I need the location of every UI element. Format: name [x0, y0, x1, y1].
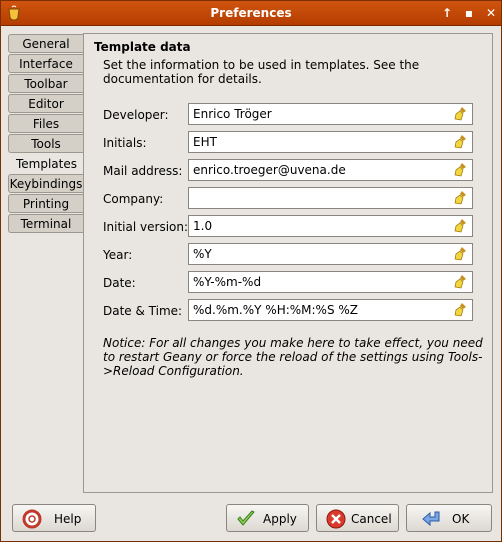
- restore-icon[interactable]: ▪: [460, 5, 478, 21]
- mail-address-label: Mail address:: [103, 164, 183, 178]
- company-label: Company:: [103, 192, 164, 206]
- date-time-field[interactable]: [188, 299, 473, 321]
- cancel-label: Cancel: [351, 512, 392, 526]
- initial-version-label: Initial version:: [103, 220, 189, 234]
- checkmark-icon: [237, 510, 255, 526]
- clear-icon[interactable]: [453, 106, 469, 122]
- close-icon[interactable]: ✕: [482, 5, 500, 21]
- developer-field[interactable]: [188, 103, 473, 125]
- date-time-input[interactable]: [189, 300, 459, 320]
- tab-tools[interactable]: Tools: [8, 134, 83, 153]
- developer-input[interactable]: [189, 104, 459, 124]
- clear-icon[interactable]: [453, 218, 469, 234]
- title-bar: Preferences ↑ ▪ ✕: [1, 1, 501, 26]
- date-field[interactable]: [188, 271, 473, 293]
- window-title: Preferences: [210, 6, 292, 20]
- clear-icon[interactable]: [453, 302, 469, 318]
- tab-general[interactable]: General: [8, 34, 83, 53]
- preferences-window: Preferences ↑ ▪ ✕ General Interface Tool…: [0, 0, 502, 542]
- date-label: Date:: [103, 276, 136, 290]
- cancel-icon: [326, 509, 346, 529]
- tab-toolbar[interactable]: Toolbar: [8, 74, 83, 93]
- initials-input[interactable]: [189, 132, 459, 152]
- section-title: Template data: [94, 40, 191, 54]
- year-field[interactable]: [188, 243, 473, 265]
- notice-text: Notice: For all changes you make here to…: [103, 336, 483, 378]
- help-label: Help: [54, 512, 82, 526]
- cancel-button[interactable]: Cancel: [316, 504, 399, 532]
- date-input[interactable]: [189, 272, 459, 292]
- initials-label: Initials:: [103, 136, 147, 150]
- clear-icon[interactable]: [453, 162, 469, 178]
- tab-interface[interactable]: Interface: [8, 54, 83, 73]
- apply-button[interactable]: Apply: [226, 504, 309, 532]
- developer-label: Developer:: [103, 108, 169, 122]
- help-button[interactable]: Help: [12, 504, 96, 532]
- mail-address-field[interactable]: [188, 159, 473, 181]
- year-input[interactable]: [189, 244, 459, 264]
- tab-keybindings[interactable]: Keybindings: [8, 174, 83, 193]
- preferences-tabs: General Interface Toolbar Editor Files T…: [6, 34, 86, 234]
- year-label: Year:: [103, 248, 133, 262]
- company-field[interactable]: [188, 187, 473, 209]
- ok-label: OK: [452, 512, 470, 526]
- clear-icon[interactable]: [453, 246, 469, 262]
- tab-terminal[interactable]: Terminal: [8, 214, 83, 233]
- initials-field[interactable]: [188, 131, 473, 153]
- tab-editor[interactable]: Editor: [8, 94, 83, 113]
- mail-address-input[interactable]: [189, 160, 459, 180]
- clear-icon[interactable]: [453, 134, 469, 150]
- tab-files[interactable]: Files: [8, 114, 83, 133]
- tab-templates[interactable]: Templates: [6, 154, 86, 173]
- apply-label: Apply: [263, 512, 297, 526]
- section-description: Set the information to be used in templa…: [103, 58, 420, 86]
- initial-version-input[interactable]: [189, 216, 459, 236]
- clear-icon[interactable]: [453, 190, 469, 206]
- maximize-icon[interactable]: ↑: [438, 5, 456, 21]
- templates-panel: Template data Set the information to be …: [83, 33, 493, 493]
- ok-button[interactable]: OK: [406, 504, 492, 532]
- company-input[interactable]: [189, 188, 459, 208]
- date-time-label: Date & Time:: [103, 304, 183, 318]
- enter-arrow-icon: [422, 511, 440, 527]
- help-icon: [22, 509, 42, 529]
- initial-version-field[interactable]: [188, 215, 473, 237]
- clear-icon[interactable]: [453, 274, 469, 290]
- tab-printing[interactable]: Printing: [8, 194, 83, 213]
